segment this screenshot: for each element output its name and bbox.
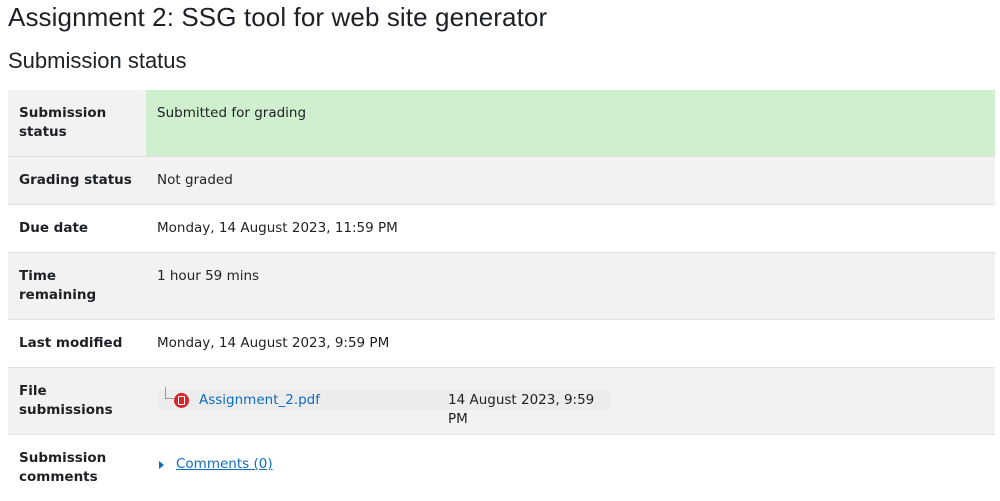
submission-status-value: Submitted for grading <box>146 90 995 157</box>
submission-status-heading: Submission status <box>8 48 187 74</box>
assignment-page: Assignment 2: SSG tool for web site gene… <box>0 0 1000 443</box>
assignment-title: Assignment 2: SSG tool for web site gene… <box>8 2 547 33</box>
file-submissions-label: File submissions <box>8 368 146 435</box>
file-date: 14 August 2023, 9:59 PM <box>448 391 611 429</box>
caret-right-icon <box>159 461 164 469</box>
tree-branch-icon <box>165 387 174 399</box>
last-modified-label: Last modified <box>8 320 146 368</box>
file-submissions-row: File submissions Assignment_2.pdf 14 Aug… <box>8 368 995 435</box>
time-remaining-row: Time remaining 1 hour 59 mins <box>8 253 995 320</box>
due-date-value: Monday, 14 August 2023, 11:59 PM <box>146 205 995 253</box>
comments-toggle-link[interactable]: Comments (0) <box>159 449 273 474</box>
grading-status-label: Grading status <box>8 157 146 205</box>
grading-status-value: Not graded <box>146 157 995 205</box>
submission-status-row: Submission status Submitted for grading <box>8 90 995 157</box>
last-modified-row: Last modified Monday, 14 August 2023, 9:… <box>8 320 995 368</box>
submission-status-table: Submission status Submitted for grading … <box>8 90 995 501</box>
comments-link-label: Comments (0) <box>176 455 273 474</box>
pdf-file-icon <box>174 393 189 408</box>
due-date-row: Due date Monday, 14 August 2023, 11:59 P… <box>8 205 995 253</box>
submission-comments-value: Comments (0) <box>146 435 995 501</box>
time-remaining-value: 1 hour 59 mins <box>146 253 995 320</box>
due-date-label: Due date <box>8 205 146 253</box>
file-submissions-value: Assignment_2.pdf 14 August 2023, 9:59 PM <box>146 368 995 435</box>
time-remaining-label: Time remaining <box>8 253 146 320</box>
file-tree-item: Assignment_2.pdf 14 August 2023, 9:59 PM <box>159 390 611 410</box>
file-link[interactable]: Assignment_2.pdf <box>199 391 320 410</box>
submission-comments-label: Submission comments <box>8 435 146 501</box>
last-modified-value: Monday, 14 August 2023, 9:59 PM <box>146 320 995 368</box>
submission-status-label: Submission status <box>8 90 146 157</box>
grading-status-row: Grading status Not graded <box>8 157 995 205</box>
submission-comments-row: Submission comments Comments (0) <box>8 435 995 501</box>
